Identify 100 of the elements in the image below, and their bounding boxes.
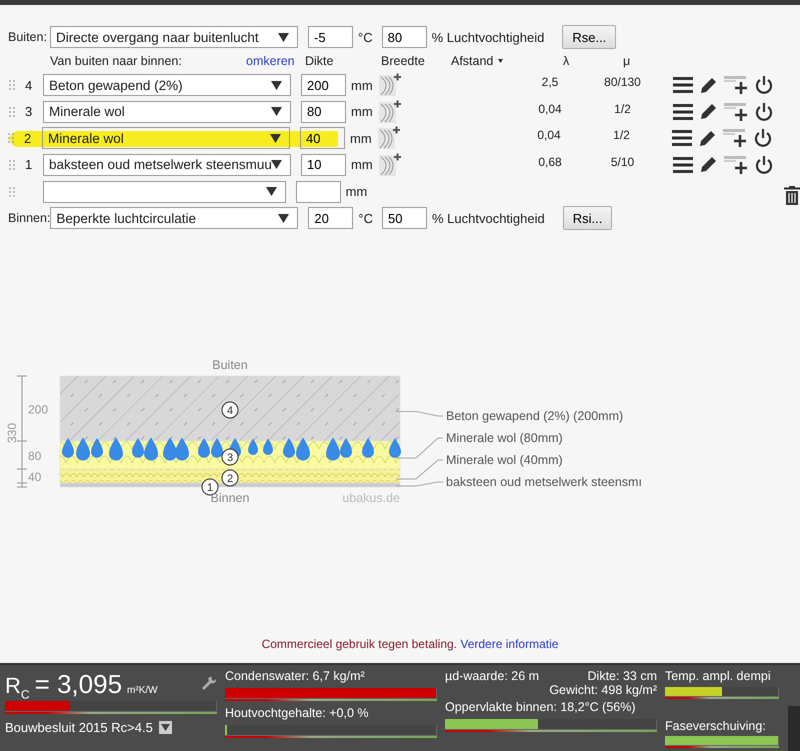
power-icon[interactable] xyxy=(754,128,772,148)
caret-icon xyxy=(266,187,277,196)
unit-label: mm xyxy=(350,130,373,146)
result-label: µd-waarde: 26 m xyxy=(445,669,540,683)
power-icon[interactable] xyxy=(755,102,773,122)
site-label: ubakus.de xyxy=(342,491,400,505)
wrench-icon[interactable] xyxy=(202,676,217,692)
column-header: λ xyxy=(563,54,570,68)
trash-icon[interactable] xyxy=(784,186,800,205)
layer-number-marker: 2 xyxy=(222,470,238,486)
lambda-value: 0,04 xyxy=(536,127,562,142)
result-label: Dikte: 33 cm xyxy=(588,669,657,683)
layer-caption: Minerale wol (80mm) xyxy=(446,431,563,445)
reverse-link[interactable]: omkeren xyxy=(246,54,303,68)
row-label: Buiten: xyxy=(8,30,48,44)
leader-line xyxy=(396,438,444,458)
drag-handle-icon[interactable] xyxy=(9,186,15,196)
caret-icon xyxy=(498,59,504,63)
drag-handle-icon[interactable] xyxy=(9,106,15,117)
caret-icon xyxy=(278,214,290,222)
material-dropdown[interactable] xyxy=(42,180,286,202)
leader-line xyxy=(396,460,444,480)
unit-label: mm xyxy=(351,78,374,93)
dropdown[interactable]: Directe overgang naar buitenlucht xyxy=(50,26,298,48)
caret-icon xyxy=(271,107,282,116)
unit-label: mm xyxy=(351,157,374,172)
row-label: Binnen: xyxy=(8,211,50,225)
pencil-icon[interactable] xyxy=(700,76,717,94)
thickness-field[interactable]: 40 xyxy=(300,127,345,150)
thickness-field[interactable]: 10 xyxy=(301,154,346,176)
layer-number-marker: 4 xyxy=(222,402,238,418)
outside-label: Buiten xyxy=(212,358,248,372)
humidity-field[interactable]: 80 xyxy=(382,26,427,48)
material-dropdown[interactable]: baksteen oud metselwerk steensmuu xyxy=(43,154,291,176)
drag-handle-icon[interactable] xyxy=(9,160,15,170)
unit-label: °C xyxy=(358,30,373,44)
menu-icon[interactable] xyxy=(672,130,692,146)
unit-label: mm xyxy=(351,104,374,120)
layer-number-marker: 3 xyxy=(222,448,238,466)
add-layer-icon[interactable] xyxy=(724,102,748,121)
result-label: Condenswater: 6,7 kg/m² xyxy=(225,669,366,685)
dropdown[interactable]: Beperkte luchtcirculatie xyxy=(50,207,298,229)
column-header: Van buiten naar binnen: xyxy=(50,54,183,68)
material-dropdown[interactable]: Minerale wol xyxy=(42,127,290,150)
temperature-field[interactable]: -5 xyxy=(308,26,353,48)
add-layer-icon[interactable] xyxy=(724,156,748,174)
lambda-value: 0,04 xyxy=(537,100,563,116)
add-layer-icon[interactable] xyxy=(723,129,747,148)
layer-number: 1 xyxy=(25,157,34,172)
drag-handle-icon[interactable] xyxy=(9,80,15,90)
layer-caption: Beton gewapend (2%) (200mm) xyxy=(446,409,624,423)
material-dropdown[interactable]: Minerale wol xyxy=(43,100,291,123)
leader-line xyxy=(396,411,444,416)
thickness-field[interactable] xyxy=(296,180,341,202)
result-label: Temp. ampl. dempi xyxy=(665,669,772,685)
humidity-label: % Luchtvochtigheid xyxy=(432,210,545,226)
power-icon[interactable] xyxy=(755,154,773,175)
texture-add-icon[interactable] xyxy=(379,152,401,177)
texture-add-icon[interactable] xyxy=(379,73,401,98)
total-dimension: 330 xyxy=(5,422,19,444)
caret-icon xyxy=(270,134,281,143)
pencil-icon[interactable] xyxy=(700,156,717,174)
menu-icon[interactable] xyxy=(673,156,693,173)
caret-icon xyxy=(271,160,282,170)
layer-number: 3 xyxy=(25,104,34,120)
mu-value: 1/2 xyxy=(613,100,632,116)
humidity-label: % Luchtvochtigheid xyxy=(432,30,544,44)
info-link[interactable]: Verdere informatie xyxy=(460,637,558,651)
rc-value: R$_{C}$ = 3,095 m²K/W xyxy=(5,669,217,699)
pencil-icon[interactable] xyxy=(699,130,716,147)
add-layer-icon[interactable] xyxy=(724,76,748,94)
result-label: Gewicht: 498 kg/m² xyxy=(549,683,657,697)
pencil-icon[interactable] xyxy=(700,103,717,120)
humidity-field[interactable]: 50 xyxy=(382,207,427,229)
menu-icon[interactable] xyxy=(673,77,693,94)
power-icon[interactable] xyxy=(755,75,773,96)
menu-icon[interactable] xyxy=(673,104,693,120)
sort-dropdown[interactable]: Afstand xyxy=(451,54,563,68)
rsi-button[interactable]: Rsi... xyxy=(562,206,612,230)
thickness-field[interactable]: 200 xyxy=(301,74,346,96)
layer-caption: Minerale wol (40mm) xyxy=(446,453,563,467)
texture-add-icon[interactable] xyxy=(379,100,401,124)
column-header: Dikte xyxy=(305,54,334,68)
standard-label: Bouwbesluit 2015 Rc>4.5 xyxy=(5,720,153,735)
layer-number: 2 xyxy=(24,130,32,146)
dimension-label: 40 xyxy=(28,470,42,484)
thickness-field[interactable]: 80 xyxy=(301,100,346,123)
texture-add-icon[interactable] xyxy=(378,126,400,150)
dimension-label: 80 xyxy=(28,449,42,463)
unit-label: mm xyxy=(346,184,368,199)
drag-handle-icon[interactable] xyxy=(8,133,14,144)
caret-icon xyxy=(278,32,289,42)
material-dropdown[interactable]: Beton gewapend (2%) xyxy=(43,74,291,96)
column-header: Breedte xyxy=(381,54,426,68)
rse-button[interactable]: Rse... xyxy=(562,25,616,49)
temperature-field[interactable]: 20 xyxy=(308,207,354,229)
caret-icon xyxy=(271,80,282,90)
layer-number: 4 xyxy=(25,78,34,93)
lambda-value: 0,68 xyxy=(537,154,563,168)
dropdown-button[interactable] xyxy=(158,721,172,734)
